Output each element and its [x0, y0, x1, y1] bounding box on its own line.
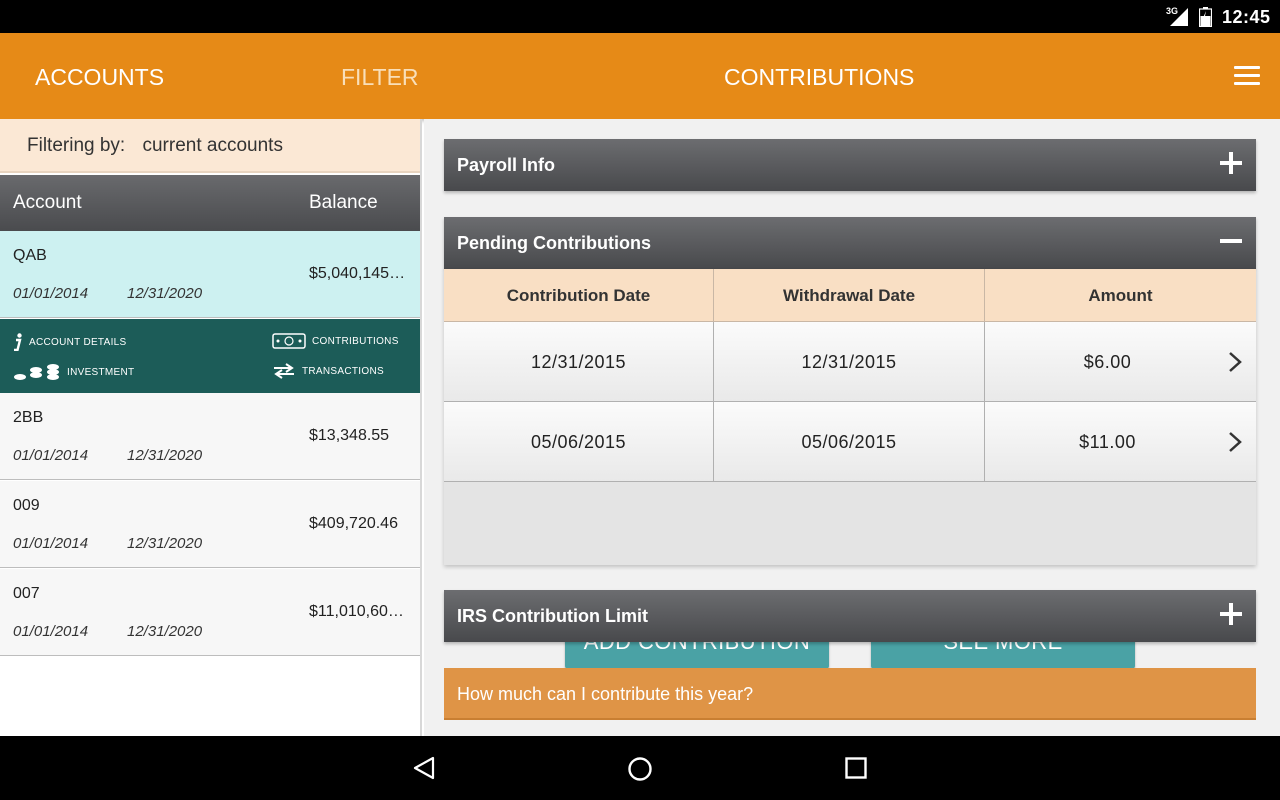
pending-contributions-title: Pending Contributions — [457, 233, 651, 253]
investment-action[interactable]: INVESTMENT — [13, 363, 134, 381]
home-icon[interactable] — [627, 756, 653, 782]
accounts-panel: Filtering by: current accounts Account B… — [0, 119, 422, 736]
amount-cell: $11.00 — [1079, 431, 1136, 452]
transfer-arrows-icon — [274, 363, 294, 379]
account-end-date: 12/31/2020 — [127, 623, 203, 640]
account-name: 2BB — [13, 409, 44, 426]
contribution-date-cell: 05/06/2015 — [444, 402, 714, 482]
filter-value: current accounts — [142, 135, 283, 156]
status-bar: 3G 12:45 — [0, 0, 1280, 33]
account-end-date: 12/31/2020 — [127, 285, 203, 302]
hamburger-menu-icon[interactable] — [1234, 66, 1260, 86]
account-name: QAB — [13, 247, 47, 264]
transactions-action-label: TRANSACTIONS — [302, 365, 384, 377]
irs-contribution-limit-header[interactable]: IRS Contribution Limit — [444, 590, 1256, 642]
amount-header: Amount — [1088, 285, 1153, 305]
account-details-label: ACCOUNT DETAILS — [29, 336, 127, 348]
account-balance: $409,720.46 — [309, 515, 398, 532]
contributions-action[interactable]: CONTRIBUTIONS — [272, 333, 399, 349]
collapse-minus-icon[interactable] — [1220, 239, 1242, 243]
withdrawal-date-cell: 12/31/2015 — [714, 322, 985, 402]
amount-cell: $6.00 — [1083, 351, 1132, 372]
account-row-2bb[interactable]: 2BB 01/01/2014 12/31/2020 $13,348.55 — [0, 393, 420, 480]
contribution-date-header: Contribution Date — [444, 269, 714, 322]
account-name: 009 — [13, 497, 40, 514]
table-row[interactable]: 05/06/2015 05/06/2015 $11.00 — [444, 402, 1256, 482]
chevron-right-icon[interactable] — [1228, 431, 1242, 453]
info-icon — [14, 333, 22, 351]
account-balance: $13,348.55 — [309, 427, 390, 444]
account-start-date: 01/01/2014 — [13, 285, 89, 302]
account-row-007[interactable]: 007 01/01/2014 12/31/2020 $11,010,60… — [0, 569, 420, 656]
account-start-date: 01/01/2014 — [13, 447, 89, 464]
recent-apps-icon[interactable] — [845, 757, 867, 779]
account-balance: $5,040,145… — [309, 265, 406, 282]
coins-icon — [14, 364, 59, 380]
clock: 12:45 — [1222, 7, 1271, 27]
account-row-qab[interactable]: QAB 01/01/2014 12/31/2020 $5,040,145… — [0, 231, 420, 318]
app-bar: ACCOUNTS FILTER CONTRIBUTIONS — [0, 33, 1280, 119]
account-actions-bar: ACCOUNT DETAILS CONTRIBUTIONS INVESTMENT… — [0, 319, 420, 393]
battery-icon — [1199, 7, 1212, 27]
money-icon — [272, 333, 306, 349]
account-name: 007 — [13, 585, 40, 602]
contributions-action-label: CONTRIBUTIONS — [312, 335, 399, 347]
payroll-info-header[interactable]: Payroll Info — [444, 139, 1256, 191]
withdrawal-date-cell: 05/06/2015 — [714, 402, 985, 482]
payroll-info-title: Payroll Info — [457, 155, 556, 175]
table-row[interactable]: 12/31/2015 12/31/2015 $6.00 — [444, 322, 1256, 402]
account-start-date: 01/01/2014 — [13, 535, 89, 552]
account-column-header: Account — [13, 192, 82, 213]
pending-contributions-table: Contribution Date Withdrawal Date Amount… — [444, 269, 1256, 669]
irs-contribution-limit-title: IRS Contribution Limit — [457, 606, 648, 626]
filter-bar: Filtering by: current accounts — [0, 119, 420, 173]
back-icon[interactable] — [412, 756, 436, 780]
account-balance: $11,010,60… — [309, 603, 404, 620]
account-details-action[interactable]: ACCOUNT DETAILS — [13, 333, 126, 351]
expand-plus-icon[interactable] — [1220, 152, 1242, 174]
pending-contributions-header[interactable]: Pending Contributions — [444, 217, 1256, 269]
contribution-question-link[interactable]: How much can I contribute this year? — [444, 668, 1256, 720]
tab-accounts[interactable]: ACCOUNTS — [35, 64, 164, 91]
chevron-right-icon[interactable] — [1228, 351, 1242, 373]
tab-contributions[interactable]: CONTRIBUTIONS — [724, 64, 914, 91]
account-end-date: 12/31/2020 — [127, 447, 203, 464]
table-header: Contribution Date Withdrawal Date Amount — [444, 269, 1256, 322]
transactions-action[interactable]: TRANSACTIONS — [272, 363, 384, 379]
account-start-date: 01/01/2014 — [13, 623, 89, 640]
investment-action-label: INVESTMENT — [67, 366, 135, 378]
system-nav-bar — [0, 736, 1280, 800]
signal-icon — [1170, 8, 1188, 26]
withdrawal-date-header: Withdrawal Date — [714, 269, 985, 322]
contributions-panel: Payroll Info Pending Contributions Contr… — [424, 119, 1280, 736]
accounts-table-header: Account Balance — [0, 175, 420, 231]
tab-filter[interactable]: FILTER — [341, 64, 419, 91]
balance-column-header: Balance — [309, 192, 378, 213]
account-end-date: 12/31/2020 — [127, 535, 203, 552]
filter-label: Filtering by: — [27, 135, 126, 156]
contribution-date-cell: 12/31/2015 — [444, 322, 714, 402]
account-row-009[interactable]: 009 01/01/2014 12/31/2020 $409,720.46 — [0, 481, 420, 568]
expand-plus-icon[interactable] — [1220, 603, 1242, 625]
